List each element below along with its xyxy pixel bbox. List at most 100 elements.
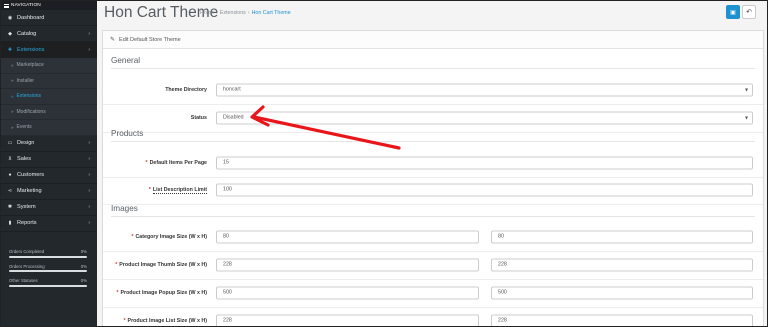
required-mark: * bbox=[145, 159, 148, 166]
stat-label: Orders Completed bbox=[9, 249, 45, 254]
theme-directory-label: Theme Directory bbox=[165, 87, 207, 93]
form-row-category-image: * Category Image Size (W x H) 80 80 bbox=[103, 222, 763, 252]
field-label-text: Product Image List Size (W x H) bbox=[127, 317, 207, 324]
input-value: 500 bbox=[223, 289, 232, 296]
stat-orders-processing: Orders Processing 0% bbox=[9, 263, 87, 272]
required-mark: * bbox=[131, 233, 134, 240]
stat-value: 0% bbox=[80, 278, 87, 283]
product-thumb-label: * Product Image Thumb Size (W x H) bbox=[115, 262, 207, 268]
theme-directory-select[interactable]: honcart bbox=[216, 83, 753, 96]
category-image-label: * Category Image Size (W x H) bbox=[131, 234, 207, 240]
chevron-right-icon: › bbox=[88, 220, 90, 226]
sidebar-item-label: Sales bbox=[17, 156, 31, 162]
product-popup-label: * Product Image Popup Size (W x H) bbox=[116, 290, 207, 296]
chevron-right-icon: › bbox=[88, 188, 90, 194]
cart-icon: ⊻ bbox=[8, 156, 12, 162]
select-value: honcart bbox=[223, 86, 241, 93]
app-frame: NAVIGATION ◉ Dashboard ◆ Catalog › ✚ Ext… bbox=[0, 0, 768, 327]
stat-progress-bar bbox=[9, 284, 87, 287]
chevron-right-icon: › bbox=[88, 156, 90, 162]
sidebar-item-dashboard[interactable]: ◉ Dashboard bbox=[1, 10, 97, 26]
navigation-title: NAVIGATION bbox=[11, 3, 41, 8]
sidebar-subitem-modifications[interactable]: » Modifications bbox=[1, 104, 97, 120]
back-icon: ↶ bbox=[746, 9, 752, 16]
breadcrumb: Home › Extensions › Hon Cart Theme bbox=[200, 10, 291, 16]
breadcrumb-current[interactable]: Hon Cart Theme bbox=[252, 10, 291, 16]
product-popup-width-input[interactable]: 500 bbox=[216, 286, 479, 299]
chevron-right-icon: › bbox=[88, 46, 90, 53]
chevron-right-icon: › bbox=[88, 204, 90, 210]
sidebar-item-label: Catalog bbox=[17, 30, 37, 37]
panel-heading: ✎ Edit Default Store Theme bbox=[103, 31, 763, 49]
double-chevron-icon: » bbox=[11, 93, 14, 99]
input-value: 228 bbox=[223, 261, 232, 268]
input-value: 15 bbox=[223, 159, 229, 166]
sidebar-item-customers[interactable]: ● Customers › bbox=[1, 168, 97, 184]
form-row-theme-directory: Theme Directory honcart bbox=[103, 75, 763, 105]
status-select[interactable]: Disabled bbox=[216, 111, 753, 124]
product-thumb-height-input[interactable]: 228 bbox=[491, 258, 753, 271]
required-mark: * bbox=[123, 317, 126, 324]
sidebar-subitem-marketplace[interactable]: » Marketplace bbox=[1, 58, 97, 74]
input-value: 80 bbox=[223, 233, 229, 240]
stat-other-statuses: Other Statuses 0% bbox=[9, 278, 87, 287]
breadcrumb-extensions[interactable]: Extensions bbox=[220, 10, 246, 16]
field-label-text: List Description Limit bbox=[152, 186, 207, 194]
breadcrumb-home[interactable]: Home bbox=[200, 10, 214, 16]
menu-icon[interactable] bbox=[4, 3, 9, 8]
save-icon: ▣ bbox=[730, 9, 736, 16]
category-image-height-input[interactable]: 80 bbox=[491, 230, 753, 243]
product-list-width-input[interactable]: 228 bbox=[216, 314, 479, 326]
edit-theme-panel: ✎ Edit Default Store Theme General Theme… bbox=[102, 30, 764, 326]
sidebar-item-reports[interactable]: ▮ Reports › bbox=[1, 216, 97, 232]
sidebar-item-label: Marketing bbox=[17, 188, 42, 194]
back-button[interactable]: ↶ bbox=[742, 5, 756, 19]
input-value: 228 bbox=[498, 261, 507, 268]
list-description-input[interactable]: 100 bbox=[216, 183, 753, 196]
breadcrumb-separator: › bbox=[247, 10, 250, 16]
order-stats: Orders Completed 0% Orders Processing 0% O… bbox=[9, 249, 87, 293]
product-list-height-input[interactable]: 228 bbox=[491, 314, 753, 326]
double-chevron-icon: » bbox=[11, 109, 14, 115]
field-label-text: Category Image Size (W x H) bbox=[135, 233, 207, 240]
double-chevron-icon: » bbox=[11, 124, 14, 130]
sidebar-subitem-label: Extensions bbox=[16, 93, 41, 100]
product-popup-height-input[interactable]: 500 bbox=[491, 286, 753, 299]
sidebar-item-label: Design bbox=[17, 140, 35, 146]
form-row-default-items: * Default Items Per Page 15 bbox=[103, 148, 763, 178]
required-mark: * bbox=[115, 261, 118, 268]
share-icon: ⋖ bbox=[7, 188, 13, 194]
form-row-product-list: * Product Image List Size (W x H) 228 228 bbox=[103, 306, 763, 326]
sidebar-subitem-events[interactable]: » Events bbox=[1, 120, 97, 136]
stat-value: 0% bbox=[80, 249, 87, 254]
required-mark: * bbox=[148, 186, 151, 193]
sidebar-item-catalog[interactable]: ◆ Catalog › bbox=[1, 26, 97, 42]
field-label-text: Status bbox=[190, 114, 207, 121]
required-mark: * bbox=[116, 289, 119, 296]
sidebar-item-marketing[interactable]: ⋖ Marketing › bbox=[1, 184, 97, 200]
sidebar-item-extensions[interactable]: ✚ Extensions › bbox=[1, 42, 97, 58]
sidebar-item-system[interactable]: ✱ System › bbox=[1, 200, 97, 216]
save-button[interactable]: ▣ bbox=[726, 5, 740, 19]
default-items-input[interactable]: 15 bbox=[216, 156, 753, 169]
input-value: 80 bbox=[498, 233, 504, 240]
pencil-icon: ✎ bbox=[110, 37, 116, 43]
sidebar-subitem-label: Modifications bbox=[16, 108, 46, 115]
product-thumb-width-input[interactable]: 228 bbox=[216, 258, 479, 271]
stat-label: Orders Processing bbox=[9, 263, 45, 269]
cog-icon: ✱ bbox=[7, 204, 13, 210]
input-value: 228 bbox=[498, 317, 507, 324]
sidebar-item-sales[interactable]: ⊻ Sales › bbox=[1, 152, 97, 168]
category-image-width-input[interactable]: 80 bbox=[216, 230, 479, 243]
form-row-product-thumb: * Product Image Thumb Size (W x H) 228 22… bbox=[103, 250, 763, 280]
list-description-label: * List Description Limit bbox=[148, 186, 207, 194]
breadcrumb-separator: › bbox=[216, 10, 218, 16]
sidebar-subitem-installer[interactable]: » Installer bbox=[1, 73, 97, 89]
monitor-icon: ▭ bbox=[7, 140, 13, 146]
select-value: Disabled bbox=[223, 114, 244, 121]
input-value: 228 bbox=[223, 317, 232, 324]
sidebar-item-design[interactable]: ▭ Design › bbox=[1, 136, 97, 152]
sidebar-subitem-extensions[interactable]: » Extensions bbox=[1, 89, 97, 105]
input-value: 100 bbox=[223, 186, 232, 193]
sidebar-subitem-label: Installer bbox=[16, 77, 35, 84]
